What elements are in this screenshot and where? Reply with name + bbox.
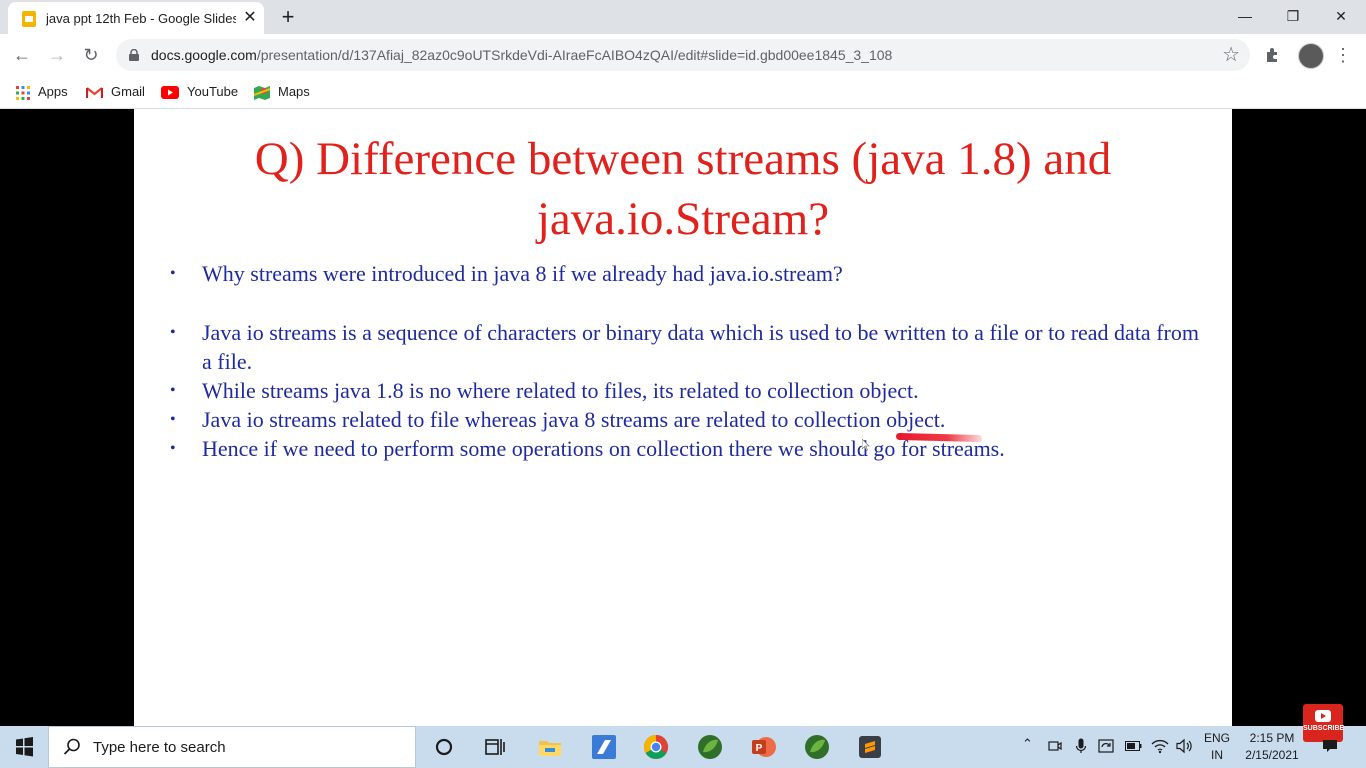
- youtube-icon: [161, 86, 179, 100]
- lock-icon: [129, 49, 139, 61]
- bullet-item: • Hence if we need to perform some operat…: [170, 434, 1210, 463]
- taskbar-search-input[interactable]: Type here to search: [48, 726, 416, 768]
- language-code: ENG: [1204, 731, 1231, 745]
- bookmark-maps[interactable]: Maps: [254, 82, 310, 102]
- tab-strip: java ppt 12th Feb - Google Slides ✕ + — …: [0, 0, 1366, 34]
- forward-button[interactable]: →: [43, 41, 71, 69]
- reload-button[interactable]: ↻: [77, 41, 105, 69]
- subscribe-label: SUBSCRIBE: [1303, 725, 1345, 732]
- clock-time: 2:15 PM: [1249, 731, 1295, 745]
- tray-overflow-icon[interactable]: ⌃: [1022, 736, 1033, 752]
- svg-text:P: P: [756, 743, 763, 754]
- slide-title: Q) Difference between streams (java 1.8)…: [134, 129, 1232, 249]
- window-close-button[interactable]: ✕: [1318, 2, 1364, 30]
- spring-tool-icon[interactable]: [696, 733, 724, 761]
- url-path: /presentation/d/137Afiaj_82az0c9oUTSrkde…: [256, 47, 893, 63]
- bookmark-label: Maps: [278, 84, 310, 99]
- file-explorer-icon[interactable]: [536, 733, 564, 761]
- extensions-puzzle-icon[interactable]: [1264, 45, 1284, 65]
- profile-avatar[interactable]: [1298, 43, 1324, 69]
- bullet-item: • Java io streams is a sequence of charac…: [170, 318, 1210, 376]
- bookmarks-bar: Apps Gmail YouTube Maps: [0, 76, 1366, 109]
- task-view-icon[interactable]: [481, 733, 509, 761]
- onedrive-sync-icon[interactable]: [1098, 739, 1114, 753]
- minimize-button[interactable]: —: [1222, 2, 1268, 30]
- clock-date: 2/15/2021: [1245, 748, 1299, 762]
- url-host: docs.google.com: [151, 47, 257, 63]
- powerpoint-icon[interactable]: P: [749, 733, 777, 761]
- bookmark-label: Apps: [38, 84, 68, 99]
- sublime-icon[interactable]: [856, 733, 884, 761]
- address-bar[interactable]: docs.google.com/presentation/d/137Afiaj_…: [116, 39, 1250, 71]
- bullet-text: Why streams were introduced in java 8 if…: [202, 261, 843, 286]
- bookmark-gmail[interactable]: Gmail: [86, 82, 145, 102]
- youtube-subscribe-badge[interactable]: SUBSCRIBE: [1303, 704, 1345, 742]
- bullet-item: • Java io streams related to file whereas…: [170, 405, 1210, 434]
- cortana-icon[interactable]: [430, 733, 458, 761]
- taskbar: Type here to search P ⌃ ENG IN 2:15 PM 2…: [0, 726, 1366, 768]
- back-button[interactable]: ←: [8, 41, 36, 69]
- bullet-list: • Why streams were introduced in java 8 i…: [170, 259, 1210, 463]
- meet-now-icon[interactable]: [1048, 739, 1062, 753]
- volume-icon[interactable]: [1176, 738, 1193, 754]
- presentation-stage: Q) Difference between streams (java 1.8)…: [0, 109, 1366, 726]
- bullet-dot: •: [170, 411, 176, 428]
- browser-tab[interactable]: java ppt 12th Feb - Google Slides ✕: [8, 2, 264, 34]
- apps-grid-icon: [16, 85, 30, 100]
- slide-title-line-1: Q) Difference between streams (java 1.8)…: [254, 133, 1112, 185]
- bullet-text: Java io streams is a sequence of charact…: [202, 320, 1199, 374]
- tab-title: java ppt 12th Feb - Google Slides: [46, 11, 236, 26]
- wifi-icon[interactable]: [1151, 738, 1169, 754]
- url-text: docs.google.com/presentation/d/137Afiaj_…: [151, 47, 892, 63]
- browser-toolbar: ← → ↻ docs.google.com/presentation/d/137…: [0, 34, 1366, 76]
- bookmark-youtube[interactable]: YouTube: [161, 82, 238, 102]
- chrome-icon[interactable]: [642, 733, 670, 761]
- chrome-menu-icon[interactable]: ⋮: [1334, 43, 1352, 67]
- bullet-item: • While streams java 1.8 is no where rela…: [170, 376, 1210, 405]
- google-slides-icon: [22, 11, 36, 27]
- bullet-dot: •: [170, 382, 176, 399]
- bookmark-apps[interactable]: Apps: [16, 82, 68, 102]
- editor-app-icon[interactable]: [590, 733, 618, 761]
- bookmark-label: Gmail: [111, 84, 145, 99]
- notification-center-icon[interactable]: [1322, 739, 1338, 753]
- bookmark-label: YouTube: [187, 84, 239, 99]
- spring-tool-icon-2[interactable]: [803, 733, 831, 761]
- slide-title-line-2: java.io.Stream?: [536, 193, 830, 245]
- bullet-dot: •: [170, 324, 176, 341]
- tab-close-button[interactable]: ✕: [240, 8, 260, 28]
- maps-icon: [254, 85, 270, 100]
- search-icon: [63, 738, 80, 755]
- bullet-item: • Why streams were introduced in java 8 i…: [170, 259, 1210, 288]
- language-region: IN: [1211, 748, 1223, 762]
- slide[interactable]: Q) Difference between streams (java 1.8)…: [134, 109, 1232, 726]
- bullet-text: While streams java 1.8 is no where relat…: [202, 378, 919, 403]
- new-tab-button[interactable]: +: [276, 4, 300, 30]
- bookmark-star-icon[interactable]: ☆: [1222, 43, 1240, 67]
- windows-start-icon[interactable]: [0, 726, 48, 768]
- search-placeholder: Type here to search: [93, 739, 226, 756]
- bullet-dot: •: [170, 265, 176, 282]
- microphone-icon[interactable]: [1075, 738, 1087, 754]
- battery-icon[interactable]: [1125, 741, 1142, 751]
- mouse-cursor-icon: [862, 439, 870, 451]
- bullet-dot: •: [170, 440, 176, 457]
- bullet-text: Java io streams related to file whereas …: [202, 407, 946, 432]
- input-language[interactable]: ENG IN: [1204, 730, 1230, 764]
- clock[interactable]: 2:15 PM 2/15/2021: [1238, 730, 1306, 764]
- bullet-text: Hence if we need to perform some operati…: [202, 436, 1005, 461]
- gmail-icon: [86, 87, 103, 99]
- youtube-play-icon: [1315, 710, 1331, 722]
- maximize-button[interactable]: ❐: [1270, 2, 1316, 30]
